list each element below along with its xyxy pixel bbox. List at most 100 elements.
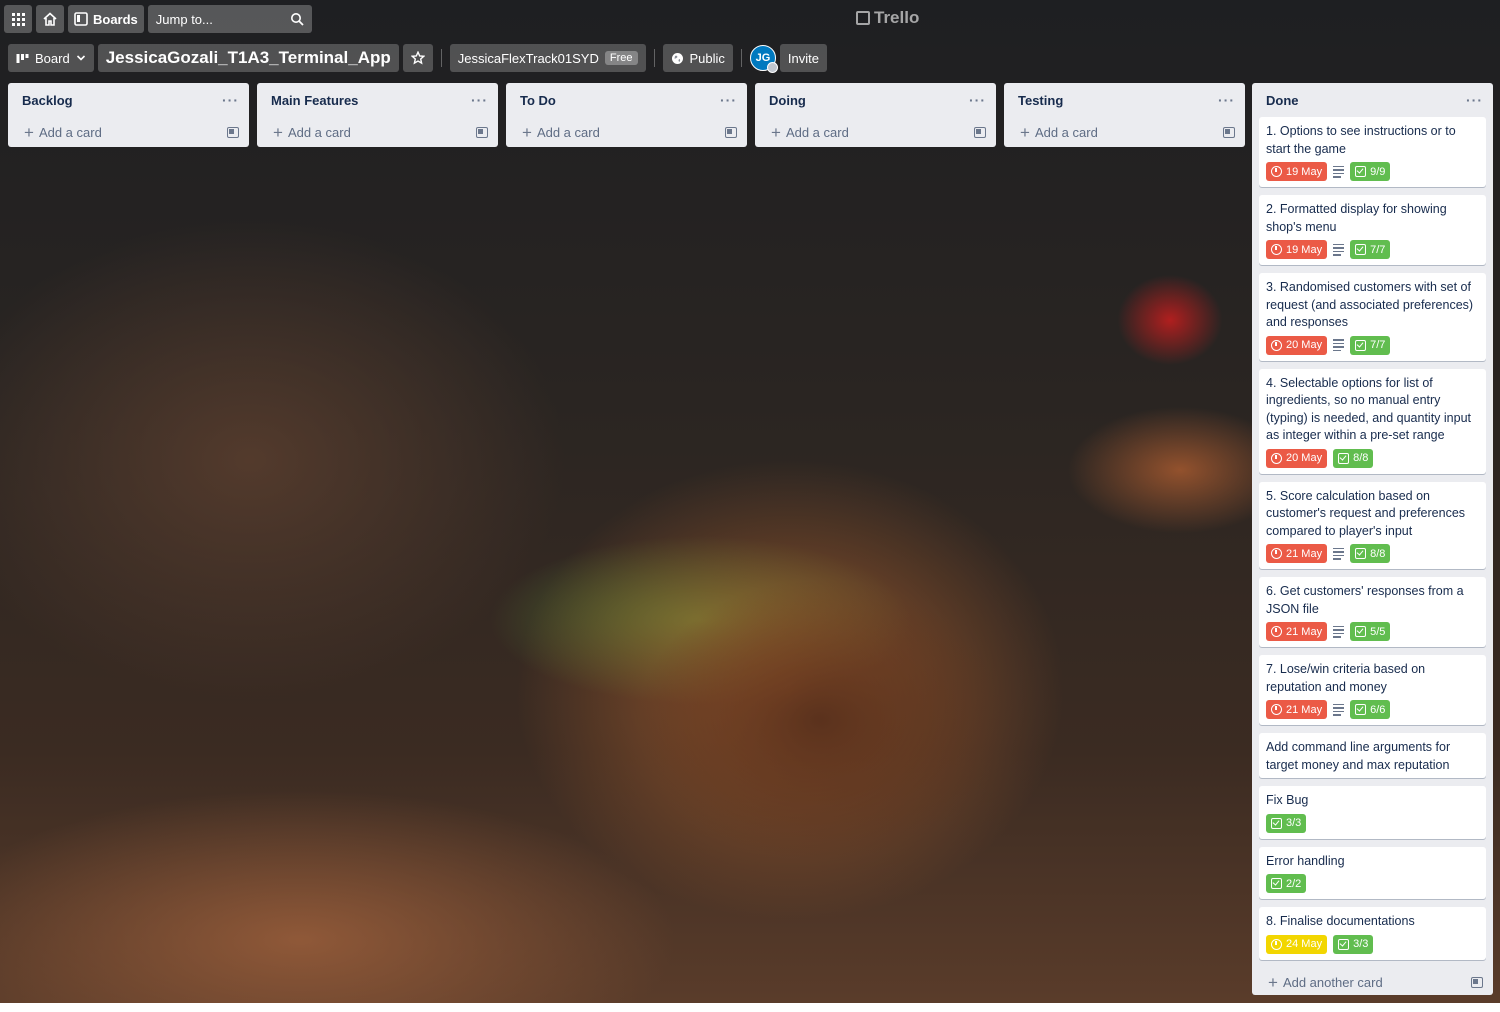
card[interactable]: Add command line arguments for target mo… (1259, 733, 1486, 778)
card-title: 5. Score calculation based on customer's… (1266, 488, 1466, 538)
card[interactable]: 3. Randomised customers with set of requ… (1259, 273, 1486, 361)
star-board-button[interactable] (402, 44, 433, 72)
list-menu-icon[interactable]: ··· (222, 92, 239, 108)
due-date-badge[interactable]: 20 May (1266, 335, 1328, 355)
card-badges: 2/2 (1266, 874, 1478, 893)
list-title[interactable]: To Do (520, 93, 556, 108)
card[interactable]: 5. Score calculation based on customer's… (1259, 481, 1486, 569)
card-template-icon[interactable] (974, 126, 986, 138)
add-card-button[interactable]: + Add a card (506, 117, 747, 147)
apps-switcher-button[interactable] (4, 5, 32, 33)
plus-icon: + (771, 122, 781, 142)
add-card-button[interactable]: + Add a card (1004, 117, 1245, 147)
due-date-badge[interactable]: 21 May (1266, 544, 1328, 563)
divider (440, 49, 442, 67)
card[interactable]: Error handling 2/2 (1259, 846, 1486, 899)
card[interactable]: 2. Formatted display for showing shop's … (1259, 195, 1486, 265)
clock-icon (1271, 548, 1282, 559)
clock-icon (1271, 704, 1282, 715)
checklist-badge: 3/3 (1333, 934, 1374, 954)
boards-button[interactable]: Boards (68, 5, 144, 33)
card-template-icon[interactable] (227, 126, 239, 138)
divider (653, 49, 655, 67)
card[interactable]: 8. Finalise documentations 24 May 3/3 (1259, 907, 1486, 960)
visibility-button[interactable]: Public (662, 44, 733, 72)
add-card-button[interactable]: + Add a card (8, 117, 249, 147)
workspace-button[interactable]: JessicaFlexTrack01SYD Free (449, 44, 646, 72)
checklist-badge: 8/8 (1350, 544, 1391, 563)
list-title[interactable]: Done (1266, 93, 1299, 108)
list-main-features: Main Features ··· + Add a card (257, 83, 498, 147)
member-avatar[interactable]: JG (749, 45, 778, 73)
card[interactable]: 1. Options to see instructions or to sta… (1259, 117, 1486, 187)
workspace-plan-badge: Free (604, 51, 638, 65)
invite-button[interactable]: Invite (779, 44, 827, 72)
due-date-badge[interactable]: 19 May (1266, 162, 1328, 181)
description-icon (1333, 243, 1345, 256)
card[interactable]: 6. Get customers' responses from a JSON … (1259, 577, 1486, 647)
list-menu-icon[interactable]: ··· (1218, 92, 1235, 108)
list-title[interactable]: Main Features (271, 93, 358, 108)
plus-icon: + (522, 122, 532, 142)
card-title: Add command line arguments for target mo… (1266, 740, 1451, 772)
trello-logo[interactable]: Trello (856, 8, 919, 28)
checklist-count: 6/6 (1370, 703, 1386, 716)
card-title: 7. Lose/win criteria based on reputation… (1266, 662, 1426, 694)
card-title: 6. Get customers' responses from a JSON … (1266, 584, 1464, 616)
board-view-label: Board (35, 50, 70, 66)
list-menu-icon[interactable]: ··· (471, 92, 488, 108)
card-title: 1. Options to see instructions or to sta… (1266, 124, 1456, 156)
jump-to-search[interactable]: Jump to... (147, 5, 312, 33)
jump-to-placeholder: Jump to... (155, 11, 213, 27)
add-card-button[interactable]: + Add a card (257, 117, 498, 147)
add-another-card-button[interactable]: + Add another card (1252, 968, 1493, 998)
due-date-text: 20 May (1286, 339, 1323, 351)
list-menu-icon[interactable]: ··· (720, 92, 737, 108)
due-date-text: 21 May (1286, 703, 1323, 716)
checklist-count: 7/7 (1370, 243, 1386, 256)
board-view-switcher[interactable]: Board (8, 44, 94, 72)
card-container: 1. Options to see instructions or to sta… (1252, 117, 1493, 960)
add-card-button[interactable]: + Add a card (755, 117, 996, 147)
card-template-icon[interactable] (1471, 977, 1483, 988)
card-badges: 21 May 5/5 (1266, 622, 1478, 641)
list-title[interactable]: Backlog (22, 93, 73, 108)
checklist-count: 3/3 (1353, 938, 1369, 950)
list-menu-icon[interactable]: ··· (969, 92, 986, 108)
card-title: 3. Randomised customers with set of requ… (1266, 280, 1474, 329)
list-title[interactable]: Doing (769, 93, 806, 108)
trello-logo-icon (856, 11, 870, 25)
checklist-count: 9/9 (1370, 165, 1386, 178)
card-template-icon[interactable] (725, 126, 737, 138)
list-testing: Testing ··· + Add a card (1004, 83, 1245, 147)
due-date-badge[interactable]: 24 May (1266, 934, 1328, 954)
due-date-badge[interactable]: 19 May (1266, 240, 1328, 259)
card[interactable]: 7. Lose/win criteria based on reputation… (1259, 655, 1486, 725)
board-title[interactable]: JessicaGozali_T1A3_Terminal_App (97, 44, 399, 72)
checklist-icon (1355, 339, 1367, 351)
card-template-icon[interactable] (476, 126, 488, 138)
list-title[interactable]: Testing (1018, 93, 1063, 108)
due-date-badge[interactable]: 21 May (1266, 622, 1328, 641)
due-date-badge[interactable]: 20 May (1266, 448, 1328, 468)
plus-icon: + (1268, 973, 1278, 992)
list-doing: Doing ··· + Add a card (755, 83, 996, 147)
trello-logo-text: Trello (874, 8, 920, 27)
card-badges: 24 May 3/3 (1266, 934, 1478, 954)
card[interactable]: Fix Bug 3/3 (1259, 786, 1486, 839)
checklist-badge: 7/7 (1350, 335, 1391, 355)
card[interactable]: 4. Selectable options for list of ingred… (1259, 368, 1486, 474)
home-button[interactable] (36, 5, 64, 33)
apps-grid-icon (11, 12, 25, 26)
checklist-icon (1338, 452, 1350, 464)
plus-icon: + (1020, 122, 1030, 142)
due-date-text: 21 May (1286, 547, 1323, 560)
list-menu-icon[interactable]: ··· (1466, 92, 1483, 108)
divider (740, 49, 742, 67)
admin-badge-icon (766, 62, 778, 73)
card-template-icon[interactable] (1223, 126, 1235, 138)
due-date-badge[interactable]: 21 May (1266, 700, 1328, 719)
checklist-icon (1271, 878, 1282, 889)
plus-icon: + (273, 122, 283, 142)
top-navigation: Boards Jump to... (0, 0, 1500, 38)
